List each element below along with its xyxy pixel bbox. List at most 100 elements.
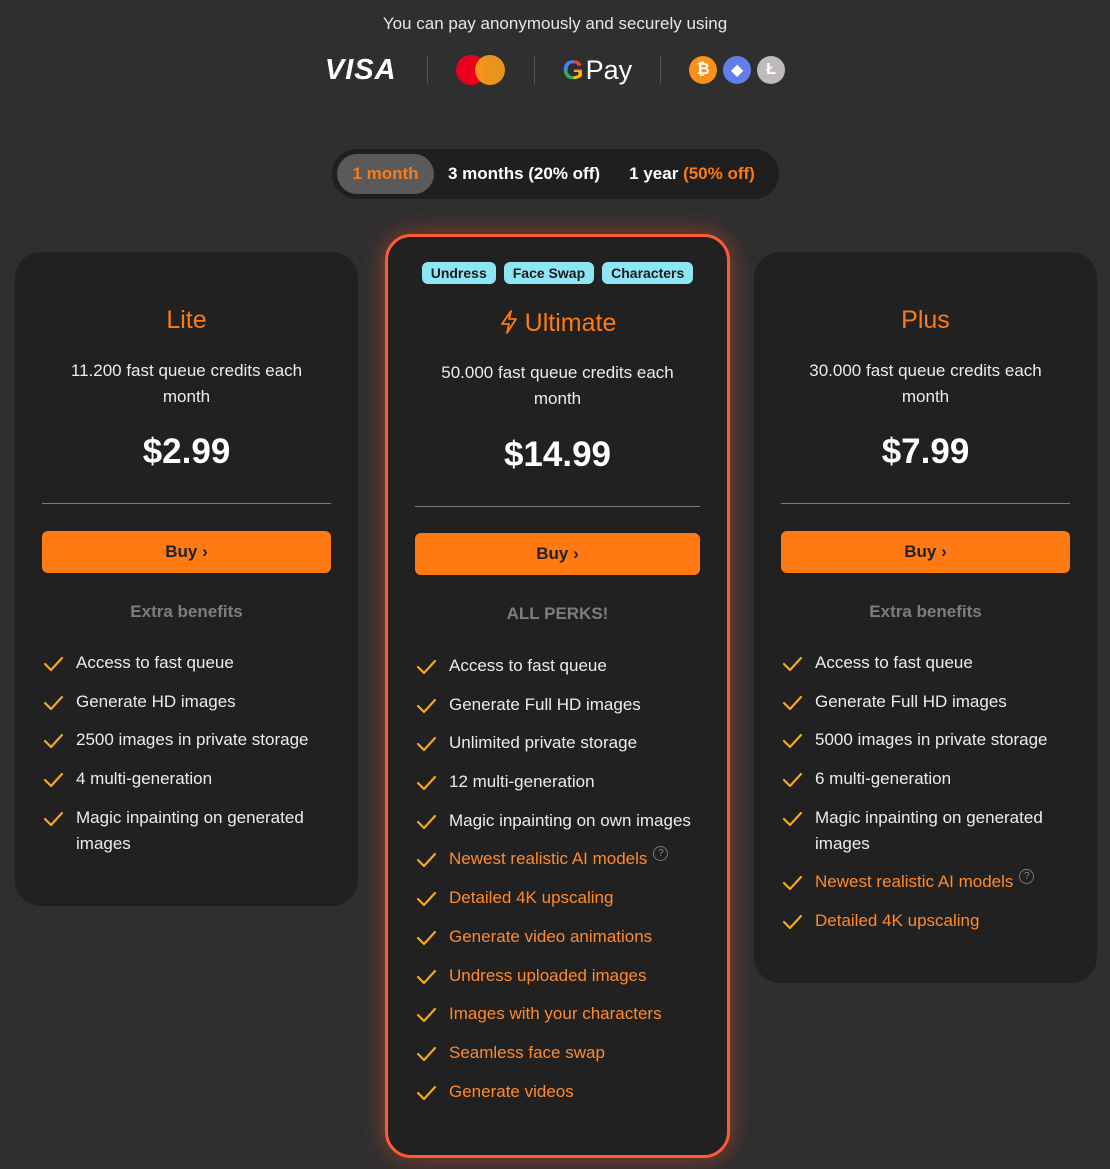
billing-period-toggle: 1 month 3 months (20% off) 1 year (50% o… — [332, 149, 779, 199]
period-option-1-month[interactable]: 1 month — [337, 154, 434, 194]
plan-card-ultimate: Undress Face Swap Characters Ultimate 50… — [385, 234, 730, 1158]
divider — [781, 503, 1070, 504]
feature-list: Access to fast queue Generate Full HD ima… — [415, 653, 717, 1117]
feature-label: Magic inpainting on generated images — [76, 807, 304, 853]
check-icon — [782, 876, 803, 891]
feature-item: 5000 images in private storage — [781, 727, 1087, 753]
payment-methods: VISA G Pay ₿ ◆ Ł — [0, 50, 1110, 90]
perks-label: Extra benefits — [869, 602, 982, 621]
check-icon — [416, 698, 437, 713]
plan-credits: 11.200 fast queue credits each month — [70, 361, 303, 406]
help-icon[interactable]: ? — [1019, 869, 1035, 885]
plan-card-plus: Plus 30.000 fast queue credits each mont… — [754, 252, 1097, 983]
visa-logo: VISA — [324, 53, 397, 86]
check-icon — [782, 695, 803, 710]
check-icon — [416, 737, 437, 752]
feature-item: Generate Full HD images — [415, 692, 717, 718]
feature-item: Magic inpainting on generated images — [42, 805, 348, 857]
feature-item: Access to fast queue — [415, 653, 717, 679]
check-icon — [782, 915, 803, 930]
feature-label: Generate Full HD images — [815, 691, 1007, 711]
feature-label: 6 multi-generation — [815, 769, 952, 789]
plan-card-lite: Lite 11.200 fast queue credits each mont… — [15, 252, 358, 906]
feature-label: Access to fast queue — [815, 653, 973, 672]
period-option-3-months[interactable]: 3 months (20% off) — [444, 154, 604, 194]
crypto-icons: ₿ ◆ Ł — [689, 56, 786, 84]
check-icon — [43, 811, 64, 826]
check-icon — [416, 1085, 437, 1100]
feature-label: 4 multi-generation — [76, 769, 213, 789]
plan-title: Plus — [901, 306, 950, 334]
buy-button[interactable]: Buy › — [781, 531, 1070, 573]
divider — [415, 506, 700, 507]
divider — [533, 56, 535, 84]
plan-title: Lite — [166, 306, 207, 334]
check-icon — [43, 695, 64, 710]
feature-item: Generate video animations — [415, 924, 717, 950]
bitcoin-icon: ₿ — [689, 56, 718, 84]
feature-label: Generate HD images — [76, 691, 236, 711]
feature-item: Newest realistic AI models? — [781, 869, 1087, 895]
divider — [426, 56, 428, 84]
google-g-icon: G — [562, 54, 584, 85]
help-icon[interactable]: ? — [653, 846, 669, 862]
feature-item: Detailed 4K upscaling — [781, 908, 1087, 934]
buy-button[interactable]: Buy › — [415, 533, 700, 575]
feature-label: Magic inpainting on generated images — [815, 807, 1043, 853]
feature-label: Generate Full HD images — [449, 694, 641, 714]
check-icon — [416, 892, 437, 907]
google-pay-logo: G Pay — [563, 55, 633, 86]
feature-item: 4 multi-generation — [42, 766, 348, 792]
divider — [42, 503, 331, 504]
check-icon — [416, 814, 437, 829]
plan-title: Ultimate — [388, 309, 727, 338]
plan-title-text: Ultimate — [524, 309, 617, 337]
plan-price: $7.99 — [881, 432, 970, 471]
feature-label: Unlimited private storage — [449, 733, 638, 753]
check-icon — [43, 734, 64, 749]
feature-label: Access to fast queue — [449, 656, 607, 675]
feature-list: Access to fast queue Generate HD images 25… — [42, 650, 348, 869]
feature-item: Generate Full HD images — [781, 689, 1087, 715]
tag-undress: Undress — [421, 262, 496, 284]
google-pay-label: Pay — [585, 54, 633, 85]
check-icon — [43, 656, 64, 672]
feature-item: 12 multi-generation — [415, 769, 717, 795]
feature-item: Unlimited private storage — [415, 730, 717, 756]
feature-label: Newest realistic AI models — [449, 849, 648, 869]
plan-price: $14.99 — [503, 435, 612, 474]
feature-item: 2500 images in private storage — [42, 727, 348, 753]
buy-button[interactable]: Buy › — [42, 531, 331, 573]
feature-label: Seamless face swap — [449, 1042, 605, 1062]
feature-item: Magic inpainting on generated images — [781, 805, 1087, 857]
period-discount: (50% off) — [683, 164, 755, 183]
feature-label: 12 multi-generation — [449, 772, 595, 792]
feature-item: Generate HD images — [42, 689, 348, 715]
feature-item: Access to fast queue — [781, 650, 1087, 676]
feature-item: Newest realistic AI models? — [415, 846, 717, 872]
period-option-1-year[interactable]: 1 year (50% off) — [622, 154, 762, 194]
check-icon — [782, 811, 803, 826]
ethereum-icon: ◆ — [723, 56, 752, 84]
mastercard-logo — [455, 55, 506, 85]
tag-characters: Characters — [602, 262, 694, 284]
feature-label: Detailed 4K upscaling — [815, 911, 980, 931]
plan-credits: 50.000 fast queue credits each month — [441, 363, 674, 408]
litecoin-icon: Ł — [757, 56, 786, 84]
feature-label: 5000 images in private storage — [815, 730, 1048, 750]
feature-label: Undress uploaded images — [449, 965, 647, 985]
feature-list: Access to fast queue Generate Full HD ima… — [781, 650, 1087, 947]
feature-item: Seamless face swap — [415, 1040, 717, 1066]
feature-item: Undress uploaded images — [415, 963, 717, 989]
check-icon — [782, 734, 803, 749]
check-icon — [43, 772, 64, 788]
feature-tags: Undress Face Swap Characters — [388, 262, 727, 284]
feature-label: 2500 images in private storage — [76, 730, 309, 750]
payment-caption: You can pay anonymously and securely usi… — [382, 14, 728, 33]
plan-credits: 30.000 fast queue credits each month — [809, 361, 1042, 406]
check-icon — [416, 969, 437, 984]
check-icon — [416, 930, 437, 945]
lightning-icon — [500, 310, 517, 334]
feature-item: Magic inpainting on own images — [415, 808, 717, 834]
check-icon — [416, 659, 437, 675]
